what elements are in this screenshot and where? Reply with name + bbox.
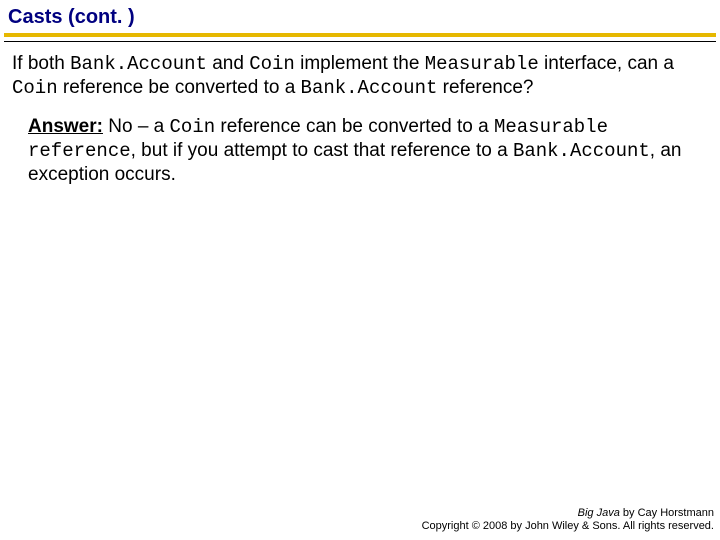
slide: Casts (cont. ) If both Bank.Account and … (0, 0, 720, 540)
answer-label: Answer: (28, 116, 103, 137)
code-coin: Coin (12, 77, 58, 99)
footer: Big Java by Cay Horstmann Copyright © 20… (422, 507, 714, 535)
title-rule (0, 33, 720, 42)
code-measurable: Measurable (494, 116, 608, 138)
code-bankaccount: Bank.Account (70, 53, 207, 75)
question-text: reference be converted to a (58, 77, 301, 98)
code-measurable: Measurable (425, 53, 539, 75)
question-text: If both (12, 53, 70, 74)
footer-line1: Big Java by Cay Horstmann (422, 507, 714, 521)
answer-text: reference (28, 140, 131, 162)
rule-gold (4, 33, 716, 37)
answer-block: Answer: No – a Coin reference can be con… (0, 101, 720, 188)
answer-text: reference can be converted to a (215, 116, 494, 137)
book-title: Big Java (578, 507, 620, 519)
code-bankaccount: Bank.Account (513, 140, 650, 162)
code-coin: Coin (249, 53, 295, 75)
answer-text: No – a (103, 116, 170, 137)
question-text: reference? (437, 77, 533, 98)
answer-text: , but if you attempt to cast that refere… (131, 140, 513, 161)
question-text: implement the (295, 53, 425, 74)
footer-copyright: Copyright © 2008 by John Wiley & Sons. A… (422, 520, 714, 534)
question-text: and (207, 53, 249, 74)
code-bankaccount: Bank.Account (301, 77, 438, 99)
question-block: If both Bank.Account and Coin implement … (0, 42, 720, 101)
question-text: interface, can a (539, 53, 674, 74)
byline: by Cay Horstmann (620, 507, 714, 519)
code-coin: Coin (170, 116, 216, 138)
slide-title: Casts (cont. ) (0, 0, 720, 33)
